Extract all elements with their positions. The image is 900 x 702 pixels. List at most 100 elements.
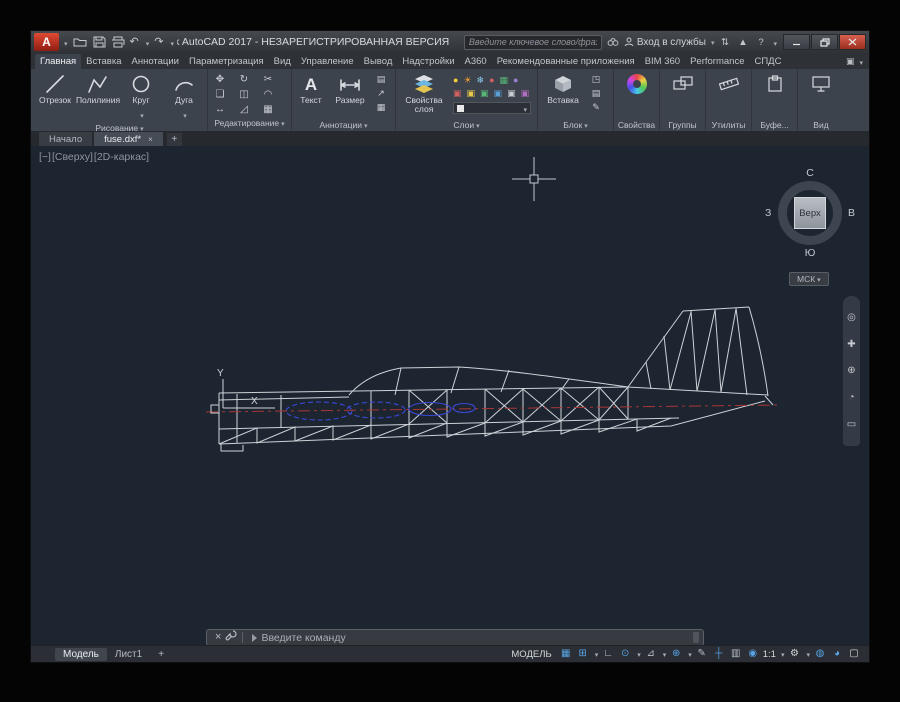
model-space-canvas[interactable]: Y X [−] [Сверху] [2D-каркас] С Ю З В Вер… [31, 146, 869, 645]
annotation-monitor-icon[interactable]: ◍ [813, 649, 827, 659]
command-scroll-grip[interactable] [693, 632, 699, 643]
panel-modify-title[interactable]: Редактирование [208, 117, 291, 129]
command-prompt-text[interactable]: Введите команду [261, 632, 345, 644]
add-layout-button[interactable]: + [150, 648, 172, 661]
tool-measure[interactable] [708, 70, 750, 96]
create-block-icon[interactable]: ◳ [592, 74, 601, 85]
move-icon[interactable]: ✥ [216, 75, 224, 85]
osnap-icon[interactable]: ⊕ [669, 649, 683, 659]
search-icon[interactable] [605, 35, 621, 50]
tool-line[interactable]: Отрезок [34, 70, 76, 105]
file-tab-close-icon[interactable]: × [148, 135, 153, 144]
open-button[interactable] [73, 35, 88, 50]
layer-isolate-icon[interactable]: ● [513, 76, 518, 85]
ribbon-tab-view[interactable]: Вид [269, 54, 296, 69]
panel-clipboard-title[interactable]: Буфе... [752, 119, 797, 131]
panel-groups-title[interactable]: Группы [660, 119, 705, 131]
viewcube-south-label[interactable]: Ю [805, 247, 816, 259]
layer-on-icon[interactable]: ● [453, 76, 458, 85]
command-customize-icon[interactable] [225, 629, 237, 646]
annotation-scale-button[interactable]: 1:1 [763, 649, 776, 660]
ribbon-tab-manage[interactable]: Управление [296, 54, 359, 69]
search-input[interactable] [464, 35, 602, 50]
command-line[interactable]: × Введите команду [206, 629, 704, 645]
array-icon[interactable]: ▦ [263, 105, 272, 115]
minimize-button[interactable] [783, 34, 810, 50]
layer-prev-icon[interactable]: ▣ [480, 89, 489, 98]
hatch-icon[interactable]: ▦ [377, 102, 386, 113]
viewcube[interactable]: С Ю З В Верх [767, 170, 853, 256]
ucs-icon[interactable]: Y X [211, 368, 275, 413]
isometric-caret-icon[interactable] [661, 649, 667, 660]
ribbon-tab-performance[interactable]: Performance [685, 54, 749, 69]
close-button[interactable] [839, 34, 866, 50]
panel-layers-title[interactable]: Слои [396, 119, 537, 131]
viewcube-west-label[interactable]: З [765, 207, 771, 219]
snap-icon[interactable]: ⊞ [576, 649, 590, 659]
attributes-icon[interactable]: ✎ [592, 102, 600, 113]
edit-block-icon[interactable]: ▤ [592, 88, 601, 99]
rotate-icon[interactable]: ↻ [240, 75, 248, 85]
panel-block-title[interactable]: Блок [538, 119, 613, 131]
ribbon-tab-output[interactable]: Вывод [359, 54, 398, 69]
viewcube-east-label[interactable]: В [848, 207, 855, 219]
new-drawing-tab-button[interactable]: + [167, 133, 182, 146]
panel-annotation-title[interactable]: Аннотации [292, 119, 395, 131]
model-tab[interactable]: Модель [55, 648, 107, 661]
file-tab-current[interactable]: fuse.dxf* × [94, 132, 163, 146]
plot-button[interactable] [111, 35, 125, 50]
tool-arc[interactable]: Дуга [163, 70, 205, 123]
tool-polyline[interactable]: Полилиния [77, 70, 119, 105]
layer-freeze-icon[interactable]: ❄ [477, 76, 485, 85]
panel-utilities-title[interactable]: Утилиты [706, 119, 751, 131]
panel-draw-title[interactable]: Рисование [32, 123, 207, 131]
grid-icon[interactable]: ▦ [559, 649, 573, 659]
tool-view-interface[interactable] [800, 70, 842, 96]
mirror-icon[interactable]: ◫ [239, 90, 248, 100]
signin-button[interactable]: Вход в службы [624, 37, 715, 48]
viewcube-top-face[interactable]: Верх [794, 197, 826, 229]
showmotion-icon[interactable]: ▭ [847, 419, 856, 430]
viewcube-north-label[interactable]: С [806, 167, 814, 179]
tool-properties[interactable] [616, 70, 658, 96]
arc-flyout-caret-icon[interactable] [181, 105, 187, 123]
redo-button[interactable]: ↷ [154, 35, 163, 50]
tool-group[interactable] [662, 70, 704, 96]
table-icon[interactable]: ▤ [377, 74, 386, 85]
layer-off-icon[interactable]: ▣ [507, 89, 516, 98]
a360-sync-icon[interactable]: ⇅ [717, 37, 732, 48]
workspace-icon[interactable]: ⚙ [787, 649, 801, 659]
steering-wheel-icon[interactable]: ◎ [847, 312, 856, 323]
stretch-icon[interactable]: ↔ [215, 105, 225, 115]
tool-layer-properties[interactable]: Свойства слоя [398, 70, 450, 115]
polar-caret-icon[interactable] [635, 649, 641, 660]
circle-flyout-caret-icon[interactable] [138, 105, 144, 123]
layer-merge-icon[interactable]: ▣ [521, 89, 530, 98]
ribbon-tab-bim360[interactable]: BIM 360 [640, 54, 685, 69]
orbit-icon[interactable]: ◔ [848, 392, 854, 403]
panel-properties-title[interactable]: Свойства [614, 119, 659, 131]
command-close-icon[interactable]: × [211, 632, 225, 643]
layer-state-icon[interactable]: ▣ [453, 89, 462, 98]
tool-paste[interactable] [754, 70, 796, 96]
zoom-icon[interactable]: ⊕ [847, 365, 855, 376]
tool-dimension[interactable]: Размер [329, 70, 371, 105]
polar-tracking-icon[interactable]: ⊙ [618, 649, 632, 659]
viewport-view-control[interactable]: [Сверху] [52, 151, 93, 163]
panel-view-title[interactable]: Вид [798, 119, 844, 131]
ribbon-display-caret-icon[interactable] [857, 57, 863, 67]
layer-match-icon[interactable]: ▣ [467, 89, 476, 98]
undo-caret-icon[interactable] [144, 33, 150, 51]
file-tab-start[interactable]: Начало [39, 132, 92, 146]
layer-thaw-icon[interactable]: ☀ [463, 76, 471, 85]
exchange-apps-icon[interactable]: ▲ [735, 37, 750, 48]
ribbon-display-toggle[interactable]: ▣ [846, 56, 855, 67]
tool-circle[interactable]: Круг [120, 70, 162, 123]
layout1-tab[interactable]: Лист1 [107, 648, 150, 661]
ribbon-tab-featured-apps[interactable]: Рекомендованные приложения [492, 54, 640, 69]
pan-icon[interactable]: ✚ [847, 339, 855, 350]
help-icon[interactable]: ? [753, 37, 768, 48]
layer-walk-icon[interactable]: ▣ [494, 89, 503, 98]
layer-lock-icon[interactable]: ● [489, 76, 494, 85]
ribbon-tab-a360[interactable]: A360 [460, 54, 492, 69]
